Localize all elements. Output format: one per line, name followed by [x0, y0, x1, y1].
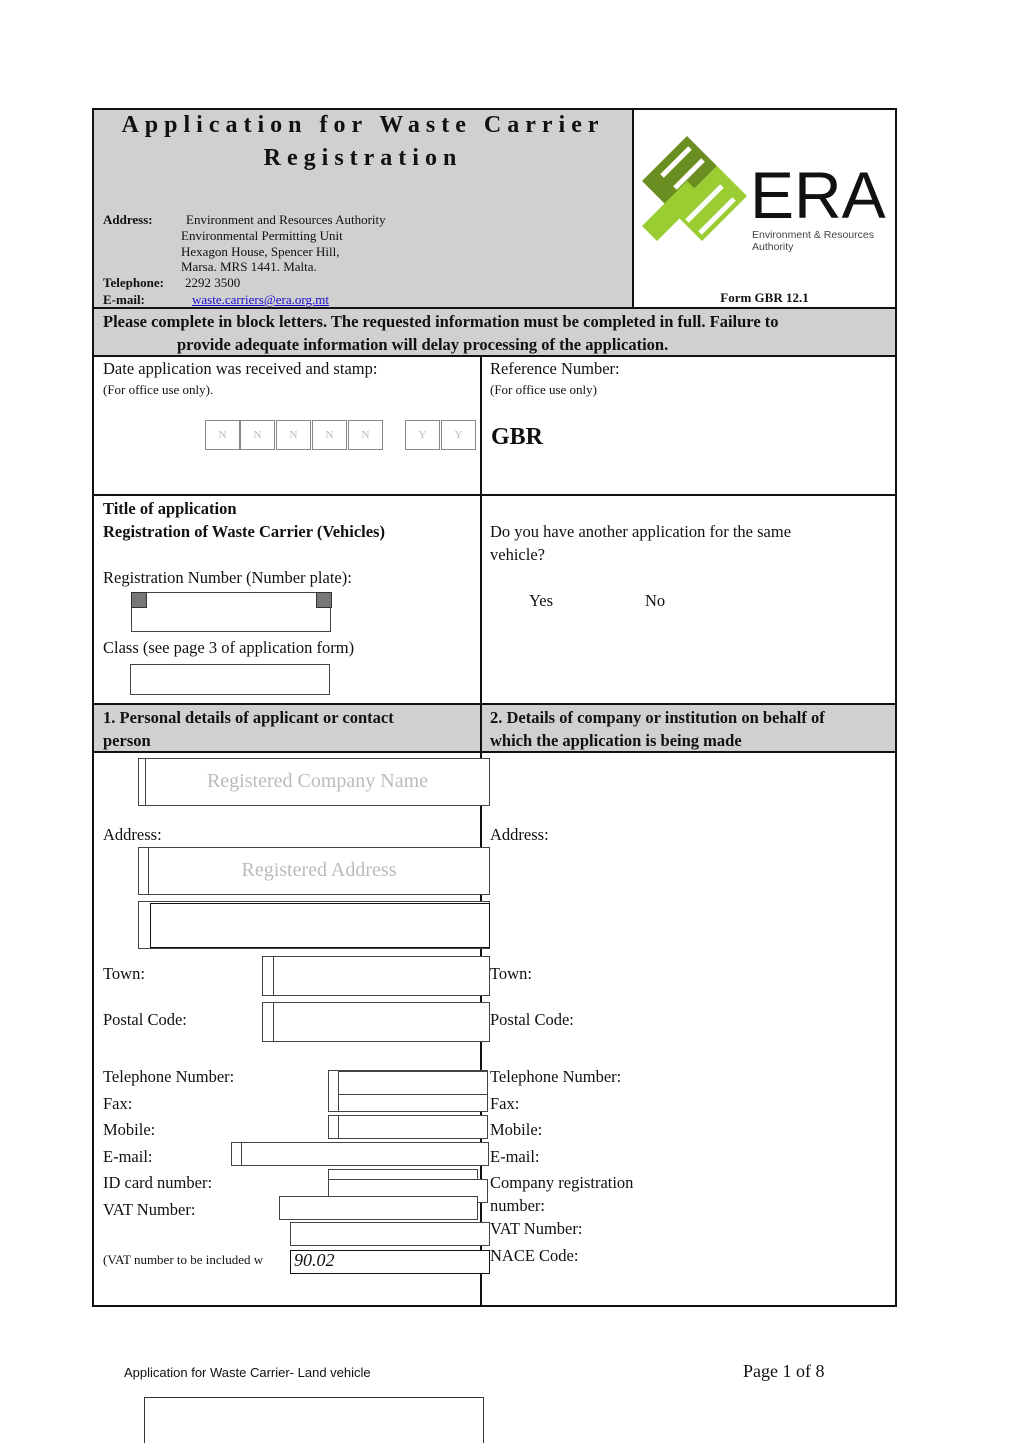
vat-label: VAT Number:: [103, 1200, 196, 1219]
yes-option[interactable]: Yes: [529, 591, 553, 611]
email-input[interactable]: [241, 1142, 489, 1166]
office-use-note: (For office use only).: [103, 382, 214, 397]
logo-subtitle: Environment & Resources: [752, 229, 874, 241]
telephone-label: Telephone Number:: [490, 1067, 622, 1086]
date-cell[interactable]: N: [205, 420, 240, 450]
address-line: Marsa. MRS 1441. Malta.: [181, 259, 317, 274]
date-cell[interactable]: N: [276, 420, 311, 450]
address-line: Environment and Resources Authority: [186, 212, 386, 227]
id-card-label: ID card number:: [103, 1173, 213, 1192]
registration-number-label: Registration Number (Number plate):: [103, 568, 352, 587]
address-line: Environmental Permitting Unit: [181, 228, 343, 243]
postal-code-label: Postal Code:: [490, 1010, 574, 1029]
telephone-value: 2292 3500: [185, 275, 241, 290]
address-line: Hexagon House, Spencer Hill,: [181, 244, 340, 259]
date-cell[interactable]: N: [348, 420, 383, 450]
section2-heading-2: which the application is being made: [490, 731, 742, 750]
no-option[interactable]: No: [645, 591, 665, 611]
postal-code-input[interactable]: [273, 1002, 490, 1042]
instructions-line2: provide adequate information will delay …: [177, 335, 669, 354]
nace-code-input[interactable]: 90.02: [290, 1250, 490, 1274]
mobile-label: Mobile:: [103, 1120, 156, 1139]
footer-title: Application for Waste Carrier- Land vehi…: [124, 1365, 371, 1380]
class-input[interactable]: [130, 664, 330, 695]
another-application-question-2: vehicle?: [490, 545, 545, 564]
date-cell[interactable]: N: [312, 420, 347, 450]
address-label: Address:: [103, 825, 162, 844]
logo-text: ERA: [750, 158, 886, 232]
date-cell[interactable]: Y: [405, 420, 440, 450]
extra-input[interactable]: [290, 1222, 490, 1246]
address-label: Address:: [103, 212, 153, 227]
date-cell[interactable]: Y: [441, 420, 476, 450]
resize-handle-icon: [131, 592, 147, 608]
mobile-label: Mobile:: [490, 1120, 543, 1139]
address-input[interactable]: Registered Address: [148, 847, 490, 895]
company-registration-label-2: number:: [490, 1196, 545, 1215]
date-received-label: Date application was received and stamp:: [103, 359, 378, 378]
section2-heading: 2. Details of company or institution on …: [490, 708, 825, 727]
telephone-label: Telephone:: [103, 275, 164, 290]
town-label: Town:: [103, 964, 145, 983]
postal-code-label: Postal Code:: [103, 1010, 187, 1029]
office-use-note: (For office use only): [490, 382, 597, 397]
registration-number-input[interactable]: [131, 592, 331, 632]
era-logo-icon: [642, 136, 747, 241]
telephone-label: Telephone Number:: [103, 1067, 235, 1086]
form-page: Application for Waste Carrier Registrati…: [0, 0, 1020, 1443]
reference-number-label: Reference Number:: [490, 359, 620, 378]
mobile-input[interactable]: [338, 1115, 488, 1139]
section1-heading: 1. Personal details of applicant or cont…: [103, 708, 394, 727]
footer-box: [144, 1397, 484, 1443]
another-application-question: Do you have another application for the …: [490, 522, 792, 541]
form-title-line1: Application for Waste Carrier: [121, 112, 605, 138]
reference-prefix: GBR: [491, 424, 544, 450]
vat-input[interactable]: [279, 1196, 478, 1220]
fax-label: Fax:: [490, 1094, 520, 1113]
resize-handle-icon: [316, 592, 332, 608]
logo-subtitle: Authority: [752, 241, 794, 253]
date-cell[interactable]: N: [240, 420, 275, 450]
instructions-line1: Please complete in block letters. The re…: [103, 312, 779, 331]
vat-note: (VAT number to be included w: [103, 1252, 264, 1267]
company-registration-label: Company registration: [490, 1173, 634, 1192]
telephone-input[interactable]: [338, 1071, 488, 1095]
fax-input[interactable]: [338, 1094, 488, 1112]
fax-label: Fax:: [103, 1094, 133, 1113]
email-label: E-mail:: [103, 292, 145, 307]
town-label: Town:: [490, 964, 532, 983]
section1-heading-2: person: [103, 731, 151, 750]
email-link[interactable]: waste.carriers@era.org.mt: [192, 292, 329, 308]
page-number: Page 1 of 8: [743, 1361, 825, 1381]
address-label: Address:: [490, 825, 549, 844]
form-title-line2: Registration: [263, 145, 463, 171]
form-code: Form GBR 12.1: [720, 290, 809, 305]
email-label: E-mail:: [490, 1147, 540, 1166]
town-input[interactable]: [273, 956, 490, 996]
nace-code-label: NACE Code:: [490, 1246, 579, 1265]
title-of-application-label: Title of application: [103, 499, 237, 518]
email-label: E-mail:: [103, 1147, 153, 1166]
title-of-application-value: Registration of Waste Carrier (Vehicles): [103, 522, 385, 541]
class-label: Class (see page 3 of application form): [103, 638, 355, 657]
company-name-input[interactable]: Registered Company Name: [145, 758, 490, 806]
address-line2-input[interactable]: [150, 903, 490, 948]
vat-label: VAT Number:: [490, 1219, 583, 1238]
